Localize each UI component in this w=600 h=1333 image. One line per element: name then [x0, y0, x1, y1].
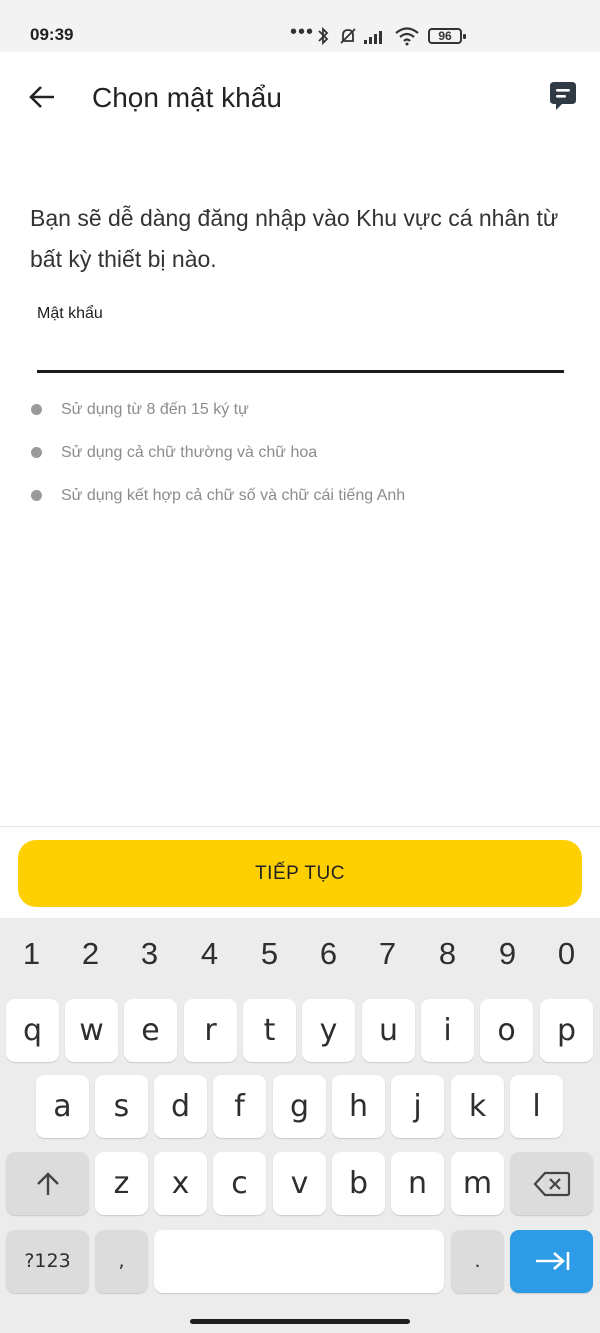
bluetooth-icon [318, 26, 329, 46]
rule-text: Sử dụng cả chữ thường và chữ hoa [61, 444, 318, 461]
key-d[interactable]: d [154, 1075, 207, 1138]
page-title: Chọn mật khẩu [92, 82, 282, 113]
key-a[interactable]: a [36, 1075, 89, 1138]
more-notifications-icon: ••• [290, 21, 315, 43]
key-e[interactable]: e [124, 999, 177, 1062]
shift-key[interactable] [6, 1152, 89, 1215]
key-j[interactable]: j [391, 1075, 444, 1138]
key-3[interactable]: 3 [120, 936, 179, 972]
keyboard: 1 2 3 4 5 6 7 8 9 0 q w e r t y u i o p … [0, 918, 600, 1333]
arrow-up-icon [36, 1172, 59, 1195]
key-4[interactable]: 4 [180, 936, 239, 972]
bell-muted-icon [340, 28, 356, 44]
password-rules: Sử dụng từ 8 đến 15 ký tự Sử dụng cả chữ… [30, 398, 405, 527]
bullet-icon [31, 404, 42, 415]
divider [0, 826, 600, 827]
space-key[interactable] [154, 1230, 444, 1293]
app-bar: Chọn mật khẩu [0, 52, 600, 142]
symbols-key[interactable]: ?123 [6, 1230, 89, 1293]
key-u[interactable]: u [362, 999, 415, 1062]
password-label: Mật khẩu [37, 305, 103, 322]
key-h[interactable]: h [332, 1075, 385, 1138]
key-9[interactable]: 9 [478, 936, 537, 972]
key-f[interactable]: f [213, 1075, 266, 1138]
bullet-icon [31, 447, 42, 458]
continue-button[interactable]: TIẾP TỤC [18, 840, 582, 907]
number-row: 1 2 3 4 5 6 7 8 9 0 [0, 918, 600, 988]
rule-item: Sử dụng từ 8 đến 15 ký tự [30, 398, 405, 441]
key-c[interactable]: c [213, 1152, 266, 1215]
rule-text: Sử dụng từ 8 đến 15 ký tự [61, 401, 249, 418]
period-key[interactable]: . [451, 1230, 504, 1293]
key-v[interactable]: v [273, 1152, 326, 1215]
key-y[interactable]: y [302, 999, 355, 1062]
rule-item: Sử dụng kết hợp cả chữ số và chữ cái tiế… [30, 484, 405, 527]
key-n[interactable]: n [391, 1152, 444, 1215]
key-q[interactable]: q [6, 999, 59, 1062]
key-i[interactable]: i [421, 999, 474, 1062]
wifi-icon [395, 27, 419, 46]
rule-item: Sử dụng cả chữ thường và chữ hoa [30, 441, 405, 484]
key-m[interactable]: m [451, 1152, 504, 1215]
key-6[interactable]: 6 [299, 936, 358, 972]
home-indicator[interactable] [190, 1319, 410, 1324]
key-b[interactable]: b [332, 1152, 385, 1215]
key-7[interactable]: 7 [358, 936, 417, 972]
next-key[interactable] [510, 1230, 593, 1293]
key-r[interactable]: r [184, 999, 237, 1062]
key-t[interactable]: t [243, 999, 296, 1062]
password-input[interactable] [37, 330, 564, 370]
battery-indicator: 96 [428, 28, 466, 44]
key-x[interactable]: x [154, 1152, 207, 1215]
intro-text: Bạn sẽ dễ dàng đăng nhập vào Khu vực cá … [30, 205, 559, 272]
backspace-key[interactable] [510, 1152, 593, 1215]
key-o[interactable]: o [480, 999, 533, 1062]
key-s[interactable]: s [95, 1075, 148, 1138]
key-1[interactable]: 1 [2, 936, 61, 972]
backspace-icon [533, 1171, 570, 1197]
key-g[interactable]: g [273, 1075, 326, 1138]
key-2[interactable]: 2 [61, 936, 120, 972]
chat-bubble-icon[interactable] [546, 80, 580, 114]
key-p[interactable]: p [540, 999, 593, 1062]
key-5[interactable]: 5 [240, 936, 299, 972]
key-k[interactable]: k [451, 1075, 504, 1138]
status-time: 09:39 [30, 25, 74, 44]
tab-next-icon [535, 1252, 569, 1270]
key-z[interactable]: z [95, 1152, 148, 1215]
key-0[interactable]: 0 [537, 936, 596, 972]
comma-key[interactable]: , [95, 1230, 148, 1293]
arrow-left-icon[interactable] [26, 80, 60, 114]
key-l[interactable]: l [510, 1075, 563, 1138]
password-underline [37, 370, 564, 373]
key-w[interactable]: w [65, 999, 118, 1062]
rule-text: Sử dụng kết hợp cả chữ số và chữ cái tiế… [61, 487, 406, 504]
bullet-icon [31, 490, 42, 501]
key-8[interactable]: 8 [418, 936, 477, 972]
status-bar: 09:39 ••• 96 [0, 0, 600, 52]
signal-icon [364, 31, 382, 44]
